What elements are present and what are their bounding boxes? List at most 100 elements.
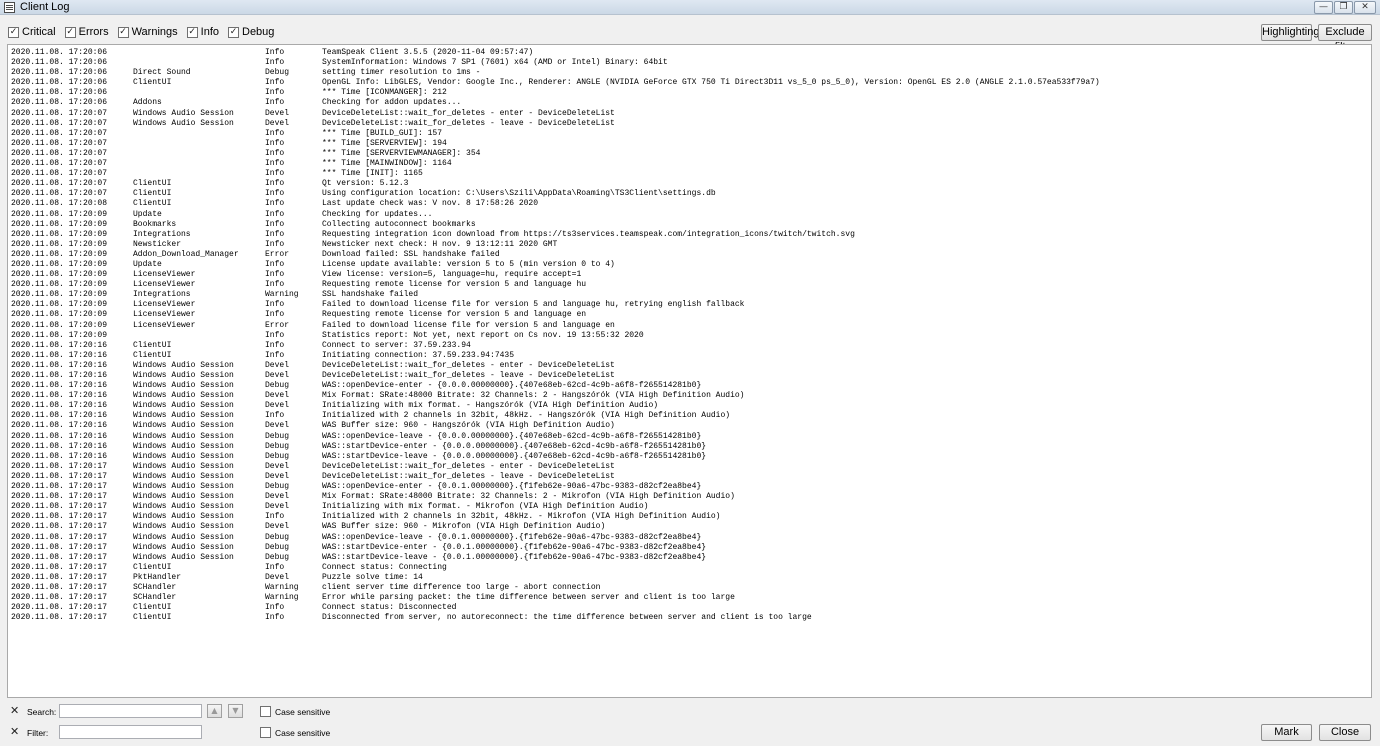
- search-previous-button[interactable]: ▲: [207, 704, 222, 718]
- filter-case-sensitive-checkbox[interactable]: Case sensitive: [260, 727, 330, 738]
- log-row[interactable]: 2020.11.08. 17:20:16 Windows Audio Sessio…: [8, 381, 1371, 391]
- log-row[interactable]: 2020.11.08. 17:20:08 ClientUI Info Last upd…: [8, 199, 1371, 209]
- debug-check-icon[interactable]: ✓: [228, 26, 239, 38]
- log-row[interactable]: 2020.11.08. 17:20:06 ClientUI Info OpenGL I…: [8, 78, 1371, 88]
- log-channel: Windows Audio Session: [133, 371, 234, 380]
- warnings-check-icon[interactable]: ✓: [117, 26, 129, 38]
- log-row[interactable]: 2020.11.08. 17:20:07 Info *** Time [MAINWI…: [8, 159, 1371, 169]
- search-next-button[interactable]: ▼: [228, 704, 243, 718]
- log-row[interactable]: 2020.11.08. 17:20:07 Info *** Time [INIT]:…: [8, 169, 1371, 179]
- search-case-check-icon[interactable]: [260, 706, 271, 717]
- log-row[interactable]: 2020.11.08. 17:20:16 Windows Audio Sessio…: [8, 371, 1371, 381]
- log-level: Debug: [265, 441, 290, 451]
- errors-checkbox[interactable]: ✓ Errors: [64, 26, 109, 38]
- log-channel: Update: [133, 209, 162, 219]
- log-row[interactable]: 2020.11.08. 17:20:16 Windows Audio Sessio…: [8, 411, 1371, 421]
- log-row[interactable]: 2020.11.08. 17:20:09 Addon_Download_Manag…: [8, 250, 1371, 260]
- log-row[interactable]: 2020.11.08. 17:20:06 Info TeamSpeak Client…: [8, 48, 1371, 58]
- log-row[interactable]: 2020.11.08. 17:20:16 Windows Audio Sessio…: [8, 452, 1371, 462]
- exclude-filter-button[interactable]: Exclude filter: [1318, 24, 1372, 53]
- search-input[interactable]: [59, 704, 202, 718]
- log-view[interactable]: 2020.11.08. 17:20:06 Info TeamSpeak Client…: [7, 44, 1372, 698]
- log-row[interactable]: 2020.11.08. 17:20:17 Windows Audio Sessio…: [8, 462, 1371, 472]
- mark-button[interactable]: Mark: [1261, 724, 1312, 741]
- log-row[interactable]: 2020.11.08. 17:20:07 Info *** Time [SERVER…: [8, 139, 1371, 149]
- close-window-button[interactable]: ✕: [1354, 1, 1376, 14]
- log-row[interactable]: 2020.11.08. 17:20:17 SCHandler Warning Erro…: [8, 593, 1371, 603]
- filter-input[interactable]: [59, 725, 202, 739]
- log-row[interactable]: 2020.11.08. 17:20:09 LicenseViewer Info Fai…: [8, 300, 1371, 310]
- log-row[interactable]: 2020.11.08. 17:20:16 ClientUI Info Connect …: [8, 341, 1371, 351]
- log-row[interactable]: 2020.11.08. 17:20:07 Windows Audio Sessio…: [8, 109, 1371, 119]
- log-row[interactable]: 2020.11.08. 17:20:09 LicenseViewer Info Req…: [8, 280, 1371, 290]
- info-checkbox[interactable]: ✓ Info: [186, 26, 219, 38]
- log-row[interactable]: 2020.11.08. 17:20:09 Integrations Info Requ…: [8, 230, 1371, 240]
- log-row[interactable]: 2020.11.08. 17:20:17 Windows Audio Sessio…: [8, 543, 1371, 553]
- log-row[interactable]: 2020.11.08. 17:20:17 Windows Audio Sessio…: [8, 472, 1371, 482]
- log-row[interactable]: 2020.11.08. 17:20:07 ClientUI Info Qt versi…: [8, 179, 1371, 189]
- log-row[interactable]: 2020.11.08. 17:20:09 LicenseViewer Info Req…: [8, 310, 1371, 320]
- log-row[interactable]: 2020.11.08. 17:20:17 ClientUI Info Disconne…: [8, 613, 1371, 623]
- minimize-button[interactable]: —: [1314, 1, 1333, 14]
- log-row[interactable]: 2020.11.08. 17:20:09 Newsticker Info Newsti…: [8, 240, 1371, 250]
- log-timestamp: 2020.11.08. 17:20:08: [11, 199, 108, 209]
- log-row[interactable]: 2020.11.08. 17:20:16 ClientUI Info Initiati…: [8, 351, 1371, 361]
- log-channel: Windows Audio Session: [133, 522, 234, 532]
- log-row[interactable]: 2020.11.08. 17:20:16 Windows Audio Sessio…: [8, 361, 1371, 371]
- search-case-sensitive-checkbox[interactable]: Case sensitive: [260, 706, 330, 717]
- log-row[interactable]: 2020.11.08. 17:20:09 Update Info Checking f…: [8, 210, 1371, 220]
- log-timestamp: 2020.11.08. 17:20:06: [11, 48, 108, 57]
- log-row[interactable]: 2020.11.08. 17:20:07 ClientUI Info Using co…: [8, 189, 1371, 199]
- log-message: *** Time [SERVERVIEWMANAGER]: 354: [322, 148, 481, 158]
- log-row[interactable]: 2020.11.08. 17:20:17 Windows Audio Sessio…: [8, 522, 1371, 532]
- log-row[interactable]: 2020.11.08. 17:20:17 Windows Audio Sessio…: [8, 502, 1371, 512]
- log-message: Using configuration location: C:\Users\S…: [322, 189, 716, 199]
- log-row[interactable]: 2020.11.08. 17:20:06 Addons Info Checking f…: [8, 98, 1371, 108]
- log-row[interactable]: 2020.11.08. 17:20:17 Windows Audio Sessio…: [8, 492, 1371, 502]
- errors-check-icon[interactable]: ✓: [64, 26, 76, 38]
- log-row[interactable]: 2020.11.08. 17:20:16 Windows Audio Sessio…: [8, 421, 1371, 431]
- log-row[interactable]: 2020.11.08. 17:20:16 Windows Audio Sessio…: [8, 401, 1371, 411]
- log-row[interactable]: 2020.11.08. 17:20:06 Info *** Time [ICONMA…: [8, 88, 1371, 98]
- window-controls: — ❐ ✕: [1314, 1, 1376, 14]
- clear-search-icon[interactable]: ✕: [10, 705, 20, 716]
- log-row[interactable]: 2020.11.08. 17:20:17 Windows Audio Sessio…: [8, 482, 1371, 492]
- maximize-button[interactable]: ❐: [1334, 1, 1353, 14]
- log-row[interactable]: 2020.11.08. 17:20:09 Update Info License up…: [8, 260, 1371, 270]
- log-row[interactable]: 2020.11.08. 17:20:16 Windows Audio Sessio…: [8, 442, 1371, 452]
- log-row[interactable]: 2020.11.08. 17:20:07 Info *** Time [SERVER…: [8, 149, 1371, 159]
- log-row[interactable]: 2020.11.08. 17:20:17 ClientUI Info Connect …: [8, 563, 1371, 573]
- log-row[interactable]: 2020.11.08. 17:20:17 Windows Audio Sessio…: [8, 533, 1371, 543]
- log-row[interactable]: 2020.11.08. 17:20:17 ClientUI Info Connect …: [8, 603, 1371, 613]
- info-check-icon[interactable]: ✓: [186, 26, 198, 38]
- clear-filter-icon[interactable]: ✕: [10, 726, 20, 737]
- log-level: Info: [265, 209, 285, 219]
- warnings-checkbox[interactable]: ✓ Warnings: [117, 26, 178, 38]
- log-row[interactable]: 2020.11.08. 17:20:17 SCHandler Warning clie…: [8, 583, 1371, 593]
- log-row[interactable]: 2020.11.08. 17:20:07 Info *** Time [BUILD_…: [8, 129, 1371, 139]
- log-level: Info: [265, 179, 285, 189]
- log-row[interactable]: 2020.11.08. 17:20:17 Windows Audio Sessio…: [8, 512, 1371, 522]
- log-row[interactable]: 2020.11.08. 17:20:09 Bookmarks Info Collect…: [8, 220, 1371, 230]
- log-row[interactable]: 2020.11.08. 17:20:07 Windows Audio Sessio…: [8, 119, 1371, 129]
- log-row[interactable]: 2020.11.08. 17:20:17 Windows Audio Sessio…: [8, 553, 1371, 563]
- filter-case-check-icon[interactable]: [260, 727, 271, 738]
- log-row[interactable]: 2020.11.08. 17:20:16 Windows Audio Sessio…: [8, 432, 1371, 442]
- log-timestamp: 2020.11.08. 17:20:17: [11, 522, 108, 532]
- log-row[interactable]: 2020.11.08. 17:20:09 Integrations Warning S…: [8, 290, 1371, 300]
- log-row[interactable]: 2020.11.08. 17:20:06 Direct Sound Debug set…: [8, 68, 1371, 78]
- debug-checkbox[interactable]: ✓ Debug: [228, 26, 274, 38]
- log-channel: Windows Audio Session: [133, 451, 234, 461]
- log-row[interactable]: 2020.11.08. 17:20:16 Windows Audio Sessio…: [8, 391, 1371, 401]
- log-channel: Windows Audio Session: [133, 381, 234, 391]
- critical-check-icon[interactable]: ✓: [8, 26, 19, 38]
- log-row[interactable]: 2020.11.08. 17:20:06 Info SystemInformatio…: [8, 58, 1371, 68]
- log-row[interactable]: 2020.11.08. 17:20:09 Info Statistics repor…: [8, 331, 1371, 341]
- log-message: Requesting remote license for version 5 …: [322, 280, 587, 290]
- close-button[interactable]: Close: [1319, 724, 1371, 741]
- log-row[interactable]: 2020.11.08. 17:20:17 PktHandler Devel Puzzl…: [8, 573, 1371, 583]
- log-row[interactable]: 2020.11.08. 17:20:09 LicenseViewer Error Fa…: [8, 321, 1371, 331]
- log-row[interactable]: 2020.11.08. 17:20:09 LicenseViewer Info Vie…: [8, 270, 1371, 280]
- highlighting-button[interactable]: Highlighting: [1261, 24, 1319, 41]
- critical-checkbox[interactable]: ✓ Critical: [8, 26, 56, 38]
